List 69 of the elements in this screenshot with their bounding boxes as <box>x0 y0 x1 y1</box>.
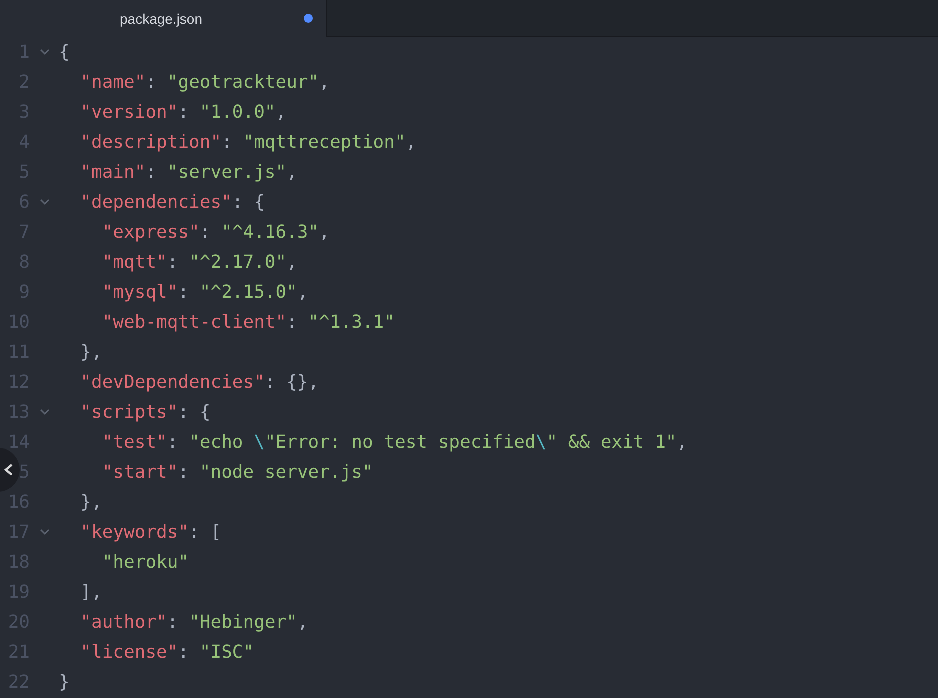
fold-chevron-icon[interactable] <box>40 198 50 206</box>
code-key: "keywords" <box>59 522 190 542</box>
code-punctuation: , <box>286 252 298 272</box>
code-key: "version" <box>59 102 178 122</box>
code-punctuation: : [ <box>189 522 222 542</box>
code-string: "server.js" <box>167 162 287 182</box>
code-key: "mqtt" <box>59 252 168 272</box>
code-string: "echo <box>189 432 244 452</box>
code-punctuation: : { <box>232 192 265 212</box>
code-string: "Error: no test specified <box>264 432 536 452</box>
code-string: "Hebinger" <box>189 612 298 632</box>
code-string: "1.0.0" <box>200 102 276 122</box>
fold-chevron-icon[interactable] <box>40 48 50 56</box>
fold-chevron-icon[interactable] <box>40 408 50 416</box>
code-punctuation: , <box>319 222 330 242</box>
code-punctuation: } <box>59 672 70 692</box>
code-punctuation: : <box>167 432 180 452</box>
code-string: "^2.15.0" <box>200 282 298 302</box>
code-punctuation: : <box>146 162 158 182</box>
code-key: "main" <box>59 162 146 182</box>
code-punctuation: , <box>286 162 298 182</box>
code-punctuation: , <box>297 612 308 632</box>
code-punctuation: : {}, <box>264 372 320 392</box>
code-punctuation: : <box>222 132 234 152</box>
code-key: "test" <box>59 432 168 452</box>
fold-chevron-icon[interactable] <box>40 528 50 536</box>
code-punctuation: { <box>59 42 70 62</box>
code-escape: \ <box>536 432 547 452</box>
code-punctuation: : <box>167 612 180 632</box>
code-punctuation: : <box>178 462 190 482</box>
code-punctuation: , <box>276 102 287 122</box>
tab-title: package.json <box>120 10 203 26</box>
code-punctuation: , <box>297 282 308 302</box>
code-string: "ISC" <box>200 642 254 662</box>
code-key: "license" <box>59 642 178 662</box>
code-punctuation: : <box>178 282 190 302</box>
code-key: "name" <box>59 72 146 92</box>
code-string: "^4.16.3" <box>222 222 320 242</box>
code-punctuation: , <box>676 432 688 452</box>
code-string: "heroku" <box>101 552 190 572</box>
code-string: "^1.3.1" <box>308 312 395 332</box>
code-punctuation: ], <box>80 582 102 602</box>
code-key: "dependencies" <box>59 192 232 212</box>
code-key: "devDependencies" <box>59 372 265 392</box>
code-key: "scripts" <box>59 402 178 422</box>
code-string: " && exit 1" <box>546 432 677 452</box>
code-punctuation: : <box>286 312 298 332</box>
code-punctuation: , <box>406 132 417 152</box>
code-key: "author" <box>59 612 168 632</box>
code-punctuation: , <box>319 72 330 92</box>
code-key: "express" <box>59 222 200 242</box>
code-punctuation: : <box>167 252 180 272</box>
code-string: "^2.17.0" <box>189 252 287 272</box>
chevron-left-icon <box>3 463 15 477</box>
code-punctuation: }, <box>80 492 102 512</box>
code-punctuation: : <box>200 222 212 242</box>
code-escape: \ <box>254 432 265 452</box>
code-key: "mysql" <box>59 282 178 302</box>
code-punctuation: : <box>178 102 190 122</box>
code-punctuation: }, <box>80 342 102 362</box>
code-punctuation: : <box>178 642 190 662</box>
code-punctuation: : <box>146 72 158 92</box>
code-string: "geotrackteur" <box>167 72 320 92</box>
code-key: "start" <box>59 462 178 482</box>
code-key: "description" <box>59 132 222 152</box>
code-string: "mqttreception" <box>243 132 406 152</box>
code-key: "web-mqtt-client" <box>59 312 287 332</box>
code-string: "node server.js" <box>200 462 374 482</box>
code-punctuation: : { <box>178 402 211 422</box>
